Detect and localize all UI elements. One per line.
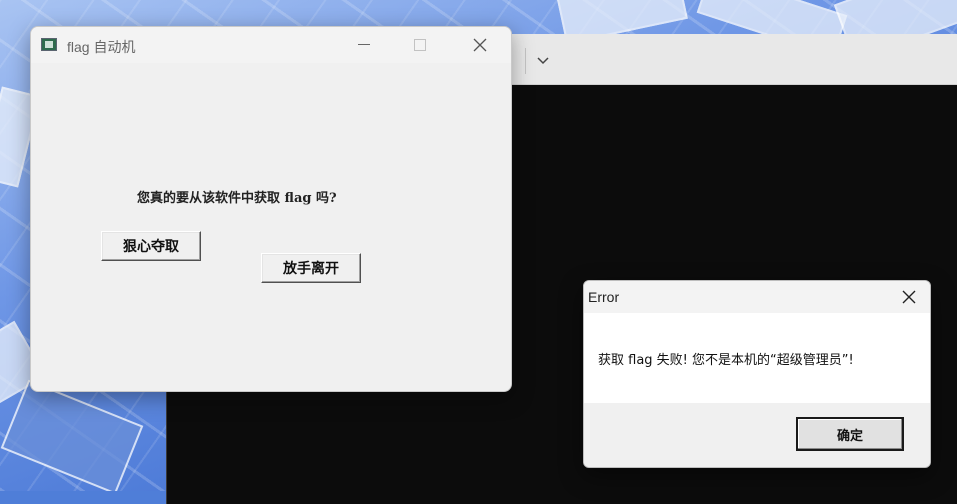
tab-divider xyxy=(525,48,526,74)
dialog-title: Error xyxy=(588,289,620,305)
dialog-body: 获取 flag 失败! 您不是本机的“超级管理员”! xyxy=(584,313,930,403)
prompt-text: 您真的要从该软件中获取 flag 吗? xyxy=(137,191,337,206)
close-button[interactable] xyxy=(457,27,503,63)
maximize-icon xyxy=(414,39,426,51)
chevron-down-icon[interactable] xyxy=(529,48,557,74)
maximize-button[interactable] xyxy=(397,27,443,63)
app-window-icon xyxy=(41,38,57,51)
ok-button[interactable]: 确定 xyxy=(796,417,904,451)
wallpaper-tile xyxy=(0,379,144,491)
minimize-button[interactable] xyxy=(341,27,387,63)
seize-button[interactable]: 狠心夺取 xyxy=(101,231,201,261)
error-dialog: Error 获取 flag 失败! 您不是本机的“超级管理员”! 确定 xyxy=(583,280,931,468)
leave-button[interactable]: 放手离开 xyxy=(261,253,361,283)
dialog-footer: 确定 xyxy=(584,403,930,467)
error-dialog-titlebar[interactable]: Error xyxy=(584,281,930,313)
window-title: flag 自动机 xyxy=(67,39,136,55)
error-message: 获取 flag 失败! 您不是本机的“超级管理员”! xyxy=(598,353,854,368)
close-button[interactable] xyxy=(888,281,930,313)
flag-window-titlebar[interactable]: flag 自动机 xyxy=(31,27,511,63)
flag-window: flag 自动机 您真的要从该软件中获取 flag 吗? 狠心夺取 放手离开 xyxy=(30,26,512,392)
